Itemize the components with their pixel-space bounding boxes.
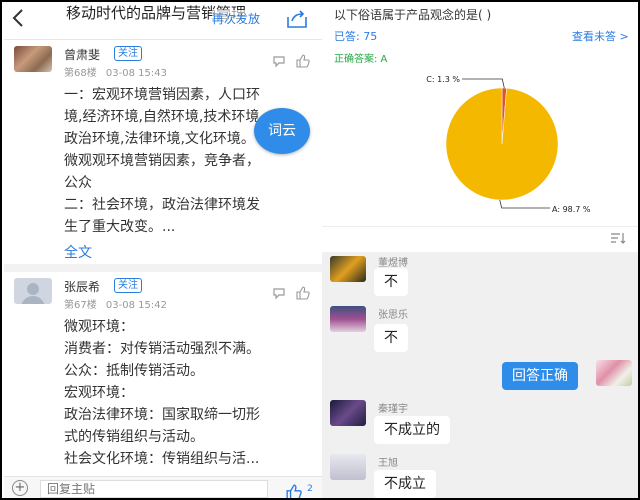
avatar[interactable] xyxy=(330,454,366,480)
post-line: 生了重大改变。... xyxy=(64,219,176,235)
post-body: 一：宏观环境营销因素，人口环 境,经济环境,自然环境,技术环境, 政治环境,法律… xyxy=(64,84,316,238)
post-time: 03-08 15:43 xyxy=(105,68,167,79)
avatar[interactable] xyxy=(596,360,632,386)
post-line: 消费者：对传销活动强烈不满。 xyxy=(64,341,260,357)
sender-name: 秦瑾宇 xyxy=(378,404,408,415)
screen-frame: 移动时代的品牌与营销管理 再次发放 曾肃斐 关注 第68楼 03-08 15:4… xyxy=(0,0,640,500)
sender-name: 张思乐 xyxy=(378,310,408,321)
chat-area: 董煜博 不 张思乐 不 回答正确 秦瑾宇 不成立的 王旭 不成立 xyxy=(322,252,638,498)
pie-label-C: C: 1.3 % xyxy=(426,75,460,84)
reply-icon[interactable] xyxy=(272,54,286,68)
post-meta: 第67楼 03-08 15:42 xyxy=(64,296,173,311)
thumbs-up-icon xyxy=(286,482,307,498)
post-item: 张辰希 关注 第67楼 03-08 15:42 微观环境： 消费者：对传销活动强… xyxy=(4,272,322,476)
author-name[interactable]: 张辰希 xyxy=(64,278,100,295)
pie-leader-line xyxy=(462,78,505,89)
thumbs-up-icon[interactable] xyxy=(296,54,310,68)
pie-svg: C: 1.3 % A: 98.7 % xyxy=(426,75,591,214)
answered-count: 已答: 75 xyxy=(334,30,378,43)
chat-bubble: 不 xyxy=(374,324,408,352)
pie-label-A: A: 98.7 % xyxy=(552,205,591,214)
chat-message: 秦瑾宇 不成立的 xyxy=(322,398,638,446)
chat-message: 董煜博 不 xyxy=(322,252,638,296)
chat-bubble: 不成立的 xyxy=(374,416,450,444)
follow-button[interactable]: 关注 xyxy=(114,278,142,293)
add-icon[interactable]: + xyxy=(12,480,28,496)
word-cloud-button[interactable]: 词云 xyxy=(254,108,310,154)
post-line: 式的传销组织与活动。 xyxy=(64,429,204,445)
post-meta: 第68楼 03-08 15:43 xyxy=(64,64,173,79)
post-line: 二：社会环境，政治法律环境发 xyxy=(64,197,260,213)
floor-label: 第68楼 xyxy=(64,68,97,79)
floor-label: 第67楼 xyxy=(64,300,97,311)
post-line: 公众：抵制传销活动。 xyxy=(64,363,204,379)
chat-message: 张思乐 不 xyxy=(322,304,638,352)
post-body: 微观环境： 消费者：对传销活动强烈不满。 公众：抵制传销活动。 宏观环境： 政治… xyxy=(64,316,316,470)
post-line: 宏观环境： xyxy=(64,385,134,401)
pie-leader-line xyxy=(499,199,550,209)
chat-bubble: 不 xyxy=(374,268,408,296)
post-line: 社会文化环境：传销组织与活... xyxy=(64,451,260,467)
chevron-left-icon[interactable] xyxy=(12,8,32,32)
reply-input[interactable] xyxy=(40,480,268,498)
post-time: 03-08 15:42 xyxy=(105,300,167,311)
view-unanswered-link[interactable]: 查看未答 > xyxy=(572,28,629,44)
chat-message: 回答正确 xyxy=(322,358,638,392)
sort-icon[interactable] xyxy=(610,232,626,247)
chat-message: 王旭 不成立 xyxy=(322,452,638,498)
avatar[interactable] xyxy=(330,400,366,426)
discussion-pane: 移动时代的品牌与营销管理 再次发放 曾肃斐 关注 第68楼 03-08 15:4… xyxy=(4,4,322,498)
post-actions xyxy=(272,286,316,302)
repost-button[interactable]: 再次发放 xyxy=(212,10,261,27)
avatar[interactable] xyxy=(330,306,366,332)
question-text: 以下俗语属于产品观念的是( ) xyxy=(334,8,492,22)
chat-bubble: 不成立 xyxy=(374,470,436,498)
quiz-pane: 以下俗语属于产品观念的是( ) 已答: 75 查看未答 > 正确答案: A C:… xyxy=(322,4,638,498)
avatar[interactable] xyxy=(14,46,52,72)
avatar[interactable] xyxy=(330,256,366,282)
post-line: 公众 xyxy=(64,175,92,191)
thumbs-up-icon[interactable] xyxy=(296,286,310,300)
reply-bar: + 2 xyxy=(4,476,322,498)
sender-name: 董煜博 xyxy=(378,258,408,269)
post-line: 微观环境： xyxy=(64,319,134,335)
follow-button[interactable]: 关注 xyxy=(114,46,142,61)
post-divider xyxy=(4,264,322,272)
full-text-link[interactable]: 全文 xyxy=(64,242,92,262)
post-line: 政治法律环境：国家取缔一切形 xyxy=(64,407,260,423)
chat-bubble: 回答正确 xyxy=(502,362,578,390)
sort-bar xyxy=(322,226,638,252)
answer-pie-chart: C: 1.3 % A: 98.7 % xyxy=(412,64,592,224)
avatar[interactable] xyxy=(14,278,52,304)
like-button[interactable]: 2 xyxy=(286,478,316,498)
post-actions xyxy=(272,54,316,70)
sender-name: 王旭 xyxy=(378,458,398,469)
like-count: 2 xyxy=(307,484,313,494)
reply-icon[interactable] xyxy=(272,286,286,300)
correct-answer: 正确答案: A xyxy=(334,54,388,65)
top-bar: 移动时代的品牌与营销管理 再次发放 xyxy=(4,4,322,38)
pie-slice-A xyxy=(445,87,559,201)
share-icon[interactable] xyxy=(286,9,308,29)
post-line: 一：宏观环境营销因素，人口环 xyxy=(64,87,260,103)
author-name[interactable]: 曾肃斐 xyxy=(64,46,100,63)
